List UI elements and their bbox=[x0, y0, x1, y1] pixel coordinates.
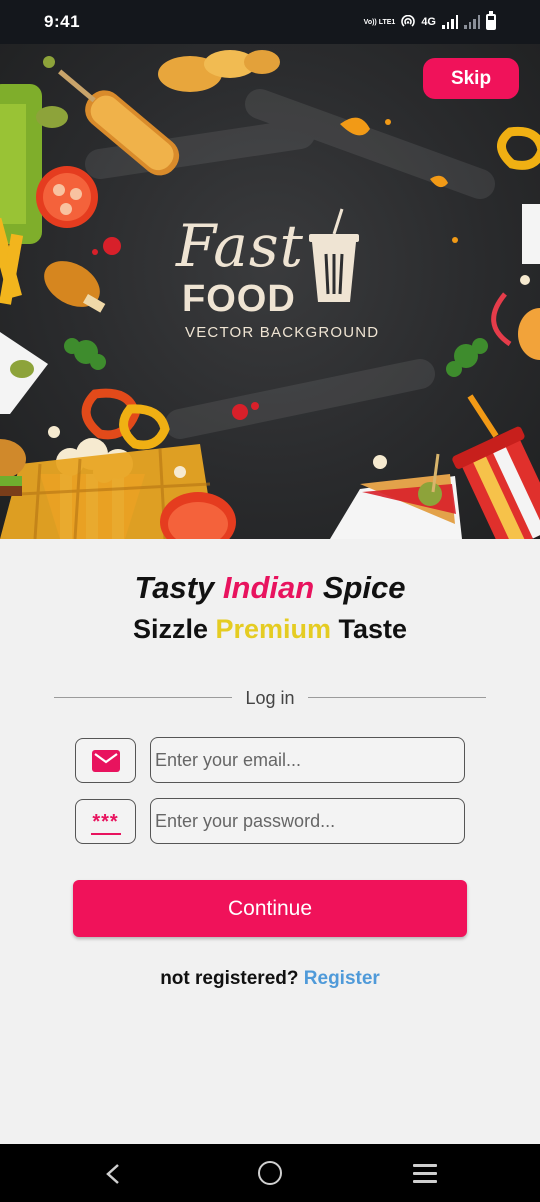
signal-icon-sim2 bbox=[464, 15, 480, 29]
headline-line2-accent: Premium bbox=[215, 614, 332, 644]
password-input[interactable] bbox=[150, 798, 465, 844]
login-divider-label: Log in bbox=[245, 688, 295, 708]
hotspot-icon bbox=[401, 15, 416, 27]
skip-button[interactable]: Skip bbox=[423, 58, 519, 99]
navigation-bar bbox=[0, 1144, 540, 1202]
recent-apps-icon[interactable] bbox=[413, 1164, 437, 1188]
headline-line1: Tasty Indian Spice bbox=[0, 570, 540, 606]
register-row: not registered? Register bbox=[0, 968, 540, 990]
status-bar: 9:41 Vo)) LTE1 4G bbox=[0, 0, 540, 44]
headline-line1-accent: Indian bbox=[222, 570, 315, 605]
headline-line1-part1: Tasty bbox=[134, 570, 223, 605]
back-icon[interactable] bbox=[104, 1163, 122, 1185]
status-icons: Vo)) LTE1 4G bbox=[363, 11, 496, 32]
register-prompt: not registered? bbox=[160, 968, 299, 989]
battery-icon bbox=[486, 11, 496, 30]
continue-button[interactable]: Continue bbox=[73, 880, 467, 937]
hero-banner: Fast FOOD VECTOR BACKGROUND Skip bbox=[0, 44, 540, 539]
headline-line2-part2: Taste bbox=[331, 614, 408, 644]
headline-line2-part1: Sizzle bbox=[132, 614, 216, 644]
mail-icon bbox=[91, 749, 120, 772]
logo-fast-text: Fast bbox=[176, 212, 304, 280]
email-input[interactable] bbox=[150, 737, 465, 783]
status-time: 9:41 bbox=[44, 12, 81, 31]
home-icon[interactable] bbox=[258, 1161, 282, 1185]
password-icon-stars: *** bbox=[92, 811, 119, 833]
signal-icon bbox=[442, 15, 458, 29]
register-link[interactable]: Register bbox=[304, 968, 380, 989]
password-icon-box: *** bbox=[75, 799, 136, 844]
logo-food-text: FOOD bbox=[182, 278, 296, 320]
logo-subtitle-text: VECTOR BACKGROUND bbox=[185, 324, 380, 341]
divider-right bbox=[308, 697, 486, 698]
headline-line1-part2: Spice bbox=[314, 570, 406, 605]
password-icon-underline bbox=[90, 833, 121, 835]
network-type-label: 4G bbox=[421, 16, 436, 28]
volte-indicator: Vo)) LTE1 bbox=[363, 18, 396, 26]
password-icon: *** bbox=[90, 808, 121, 835]
headline-line2: Sizzle Premium Taste bbox=[0, 614, 540, 645]
email-icon-box bbox=[75, 738, 136, 783]
